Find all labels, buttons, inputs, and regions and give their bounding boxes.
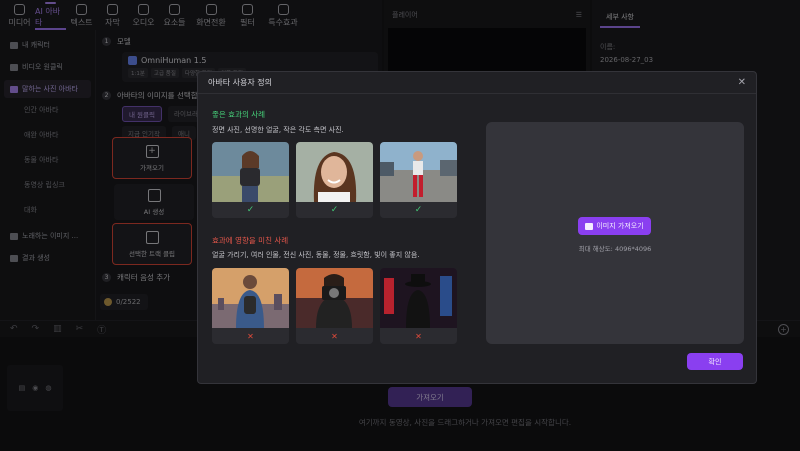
app-window: 미디어 AI 아바타 텍스트 자막 오디오 요소들 화면전환 필터 특수효과 내… xyxy=(0,0,800,451)
cross-icon: ✕ xyxy=(380,328,457,344)
good-example-thumb: ✓ xyxy=(296,142,373,218)
import-image-button[interactable]: 이미지 가져오기 xyxy=(578,217,651,235)
confirm-button[interactable]: 확인 xyxy=(687,353,743,370)
good-examples-desc: 정면 사진, 선명한 얼굴, 작은 각도 측면 사진. xyxy=(212,126,344,134)
bad-examples-title: 효과에 영향을 미친 사례 xyxy=(212,236,289,245)
good-examples-title: 좋은 효과의 사례 xyxy=(212,110,266,119)
upload-dropzone[interactable]: 이미지 가져오기 최대 해상도: 4096*4096 xyxy=(486,122,744,344)
bad-example-thumb: ✕ xyxy=(380,268,457,344)
image-icon xyxy=(585,222,594,230)
check-icon: ✓ xyxy=(212,202,289,218)
avatar-custom-dialog: 아바타 사용자 정의 ✕ 좋은 효과의 사례 정면 사진, 선명한 얼굴, 작은… xyxy=(197,71,757,384)
check-icon: ✓ xyxy=(296,202,373,218)
good-example-thumb: ✓ xyxy=(380,142,457,218)
cross-icon: ✕ xyxy=(212,328,289,344)
good-example-thumb: ✓ xyxy=(212,142,289,218)
dialog-title: 아바타 사용자 정의 xyxy=(208,78,272,87)
check-icon: ✓ xyxy=(380,202,457,218)
bad-example-thumb: ✕ xyxy=(296,268,373,344)
max-resolution: 최대 해상도: 4096*4096 xyxy=(578,245,652,253)
bad-example-thumb: ✕ xyxy=(212,268,289,344)
cross-icon: ✕ xyxy=(296,328,373,344)
close-icon[interactable]: ✕ xyxy=(738,77,746,88)
bad-examples-desc: 얼굴 가리기, 여러 인물, 전신 사진, 동물, 정물, 흐릿함, 빛이 좋지… xyxy=(212,251,420,259)
